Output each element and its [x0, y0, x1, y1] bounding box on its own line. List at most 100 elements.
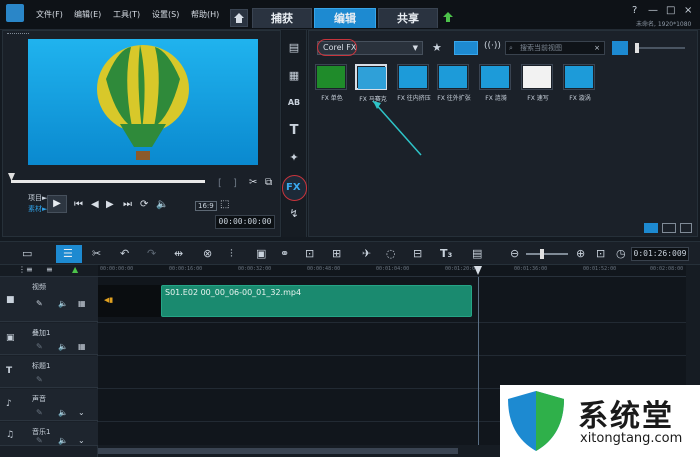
- auto-music-icon[interactable]: ▣: [256, 247, 266, 260]
- 3d-title-icon[interactable]: T₃: [440, 247, 452, 260]
- timeline-view-button[interactable]: ☰: [56, 245, 82, 263]
- crop-icon[interactable]: ⬚: [220, 199, 229, 210]
- title-icon: T: [6, 366, 13, 376]
- grid-icon[interactable]: ▦: [78, 342, 86, 351]
- mute-icon[interactable]: 🔈: [58, 436, 68, 445]
- track-divider: [98, 355, 686, 356]
- storyboard-view-icon[interactable]: ▭: [22, 247, 32, 260]
- fit-project-icon[interactable]: ⊡: [596, 247, 605, 260]
- smart-package-icon[interactable]: ▤: [472, 247, 482, 260]
- project-mode-label[interactable]: 项目►: [28, 193, 47, 203]
- library-view-button[interactable]: [644, 223, 658, 233]
- pencil-icon[interactable]: ✎: [36, 375, 43, 384]
- tools-icon[interactable]: ✂: [92, 247, 101, 260]
- add-track-icon[interactable]: ▲: [72, 265, 78, 274]
- aspect-ratio-button[interactable]: 16:9: [195, 201, 217, 211]
- timeline-timecode[interactable]: 0:01:26:009: [631, 247, 689, 261]
- home-start-icon[interactable]: ⏮: [74, 199, 83, 210]
- chevron-down-icon[interactable]: ⌄: [78, 408, 85, 417]
- menu-help[interactable]: 帮助(H): [191, 9, 219, 20]
- transition-icon[interactable]: AB: [285, 95, 303, 111]
- zoom-in-icon[interactable]: ⊕: [576, 247, 585, 260]
- track-manager-icon[interactable]: ⋮≡: [18, 265, 33, 274]
- menu-edit[interactable]: 编辑(E): [74, 9, 101, 20]
- timeline-ruler[interactable]: 00:00:00:00 00:00:16:00 00:00:32:00 00:0…: [98, 265, 686, 277]
- menu-file[interactable]: 文件(F): [36, 9, 63, 20]
- pencil-icon[interactable]: ✎: [36, 342, 43, 351]
- minimize-button[interactable]: —: [648, 5, 658, 16]
- watermark-url: xitongtang.com: [580, 431, 683, 446]
- app-logo-icon: [6, 4, 24, 22]
- home-button[interactable]: [230, 9, 248, 27]
- multi-camera-icon[interactable]: ⊞: [332, 247, 341, 260]
- pencil-icon[interactable]: ✎: [36, 436, 43, 445]
- ruler-tick: 00:00:16:00: [169, 266, 203, 272]
- chevron-down-icon[interactable]: ⌄: [78, 436, 85, 445]
- repeat-icon[interactable]: ⟳: [140, 199, 148, 210]
- record-capture-icon[interactable]: ⊗: [203, 247, 212, 260]
- zoom-slider[interactable]: [526, 249, 568, 259]
- play-button[interactable]: ▶: [47, 195, 67, 213]
- video-clip[interactable]: S01.E02 00_00_06-00_01_32.mp4: [161, 285, 472, 317]
- scrollbar-thumb[interactable]: [98, 448, 458, 454]
- path-icon[interactable]: ↯: [285, 206, 303, 222]
- undo-icon[interactable]: ↶: [120, 247, 129, 260]
- chapter-icon[interactable]: ≡: [46, 265, 53, 274]
- mute-icon[interactable]: 🔈: [58, 342, 68, 351]
- black-clip[interactable]: ◀▮: [98, 285, 161, 317]
- title-icon[interactable]: T: [285, 123, 303, 139]
- end-icon[interactable]: ⏭: [123, 199, 132, 210]
- library-option-button[interactable]: [680, 223, 692, 233]
- track-header-overlay[interactable]: ▣ 叠加1 ✎ 🔈 ▦: [0, 323, 98, 355]
- mark-out-icon[interactable]: ]: [233, 178, 237, 189]
- tab-edit[interactable]: 编辑: [314, 8, 376, 28]
- scrub-bar[interactable]: [11, 180, 205, 183]
- previous-frame-icon[interactable]: ◀: [91, 199, 99, 210]
- help-button[interactable]: ?: [632, 5, 637, 16]
- upload-icon[interactable]: [442, 11, 454, 26]
- menu-settings[interactable]: 设置(S): [152, 9, 179, 20]
- mute-icon[interactable]: 🔈: [58, 299, 68, 308]
- mute-icon[interactable]: 🔈: [58, 408, 68, 417]
- annotation-arrow: [372, 100, 422, 156]
- speed-icon[interactable]: ✈: [362, 247, 371, 260]
- split-clip-icon[interactable]: ✂: [249, 177, 257, 188]
- enlarge-icon[interactable]: ⧉: [265, 177, 272, 188]
- close-button[interactable]: ×: [684, 5, 692, 16]
- home-icon: [234, 13, 244, 23]
- maximize-button[interactable]: □: [666, 5, 675, 16]
- preview-panel: [ ] ✂ ⧉ 项目► 素材► ▶ ⏮ ◀ ▶ ⏭ ⟳ 🔈 16:9 ⬚ 00:…: [2, 30, 281, 237]
- fit-icon[interactable]: ⇹: [174, 247, 183, 260]
- subtitle-icon[interactable]: ⊡: [305, 247, 314, 260]
- instant-project-icon[interactable]: ▦: [285, 68, 303, 84]
- menu-tools[interactable]: 工具(T): [113, 9, 140, 20]
- preview-timecode[interactable]: 00:00:00:00: [215, 215, 275, 229]
- zoom-slider-handle[interactable]: [540, 249, 544, 259]
- watermark-title: 系统堂: [578, 399, 674, 434]
- mark-in-icon[interactable]: [: [218, 178, 222, 189]
- pencil-icon[interactable]: ✎: [36, 408, 43, 417]
- grid-icon[interactable]: ▦: [78, 299, 86, 308]
- clip-mode-label[interactable]: 素材►: [28, 204, 47, 214]
- track-header-voice[interactable]: ♪ 声音 ✎ 🔈 ⌄: [0, 389, 98, 421]
- pencil-icon[interactable]: ✎: [36, 299, 43, 308]
- tab-capture[interactable]: 捕获: [252, 8, 312, 28]
- volume-icon[interactable]: 🔈: [156, 199, 168, 210]
- redo-icon[interactable]: ↷: [147, 247, 156, 260]
- mask-icon[interactable]: ◌: [386, 247, 396, 260]
- audio-mixer-icon[interactable]: ⫶: [230, 247, 233, 261]
- next-frame-icon[interactable]: ▶: [106, 199, 114, 210]
- panel-grip[interactable]: [7, 33, 29, 35]
- split-screen-icon[interactable]: ⊟: [413, 247, 422, 260]
- library-list-button[interactable]: [662, 223, 676, 233]
- zoom-out-icon[interactable]: ⊖: [510, 247, 519, 260]
- graphics-icon[interactable]: ✦: [285, 150, 303, 166]
- motion-tracking-icon[interactable]: ⚭: [280, 247, 289, 260]
- filter-fx-button[interactable]: FX: [282, 175, 307, 201]
- voice-icon: ♪: [6, 399, 12, 409]
- track-header-music[interactable]: ♫ 音乐1 ✎ 🔈 ⌄: [0, 422, 98, 446]
- media-icon[interactable]: ▤: [285, 40, 303, 56]
- tab-share[interactable]: 共享: [378, 8, 438, 28]
- track-header-title[interactable]: T 标题1 ✎: [0, 356, 98, 388]
- track-header-video[interactable]: ■ 视频 ✎ 🔈 ▦: [0, 277, 98, 322]
